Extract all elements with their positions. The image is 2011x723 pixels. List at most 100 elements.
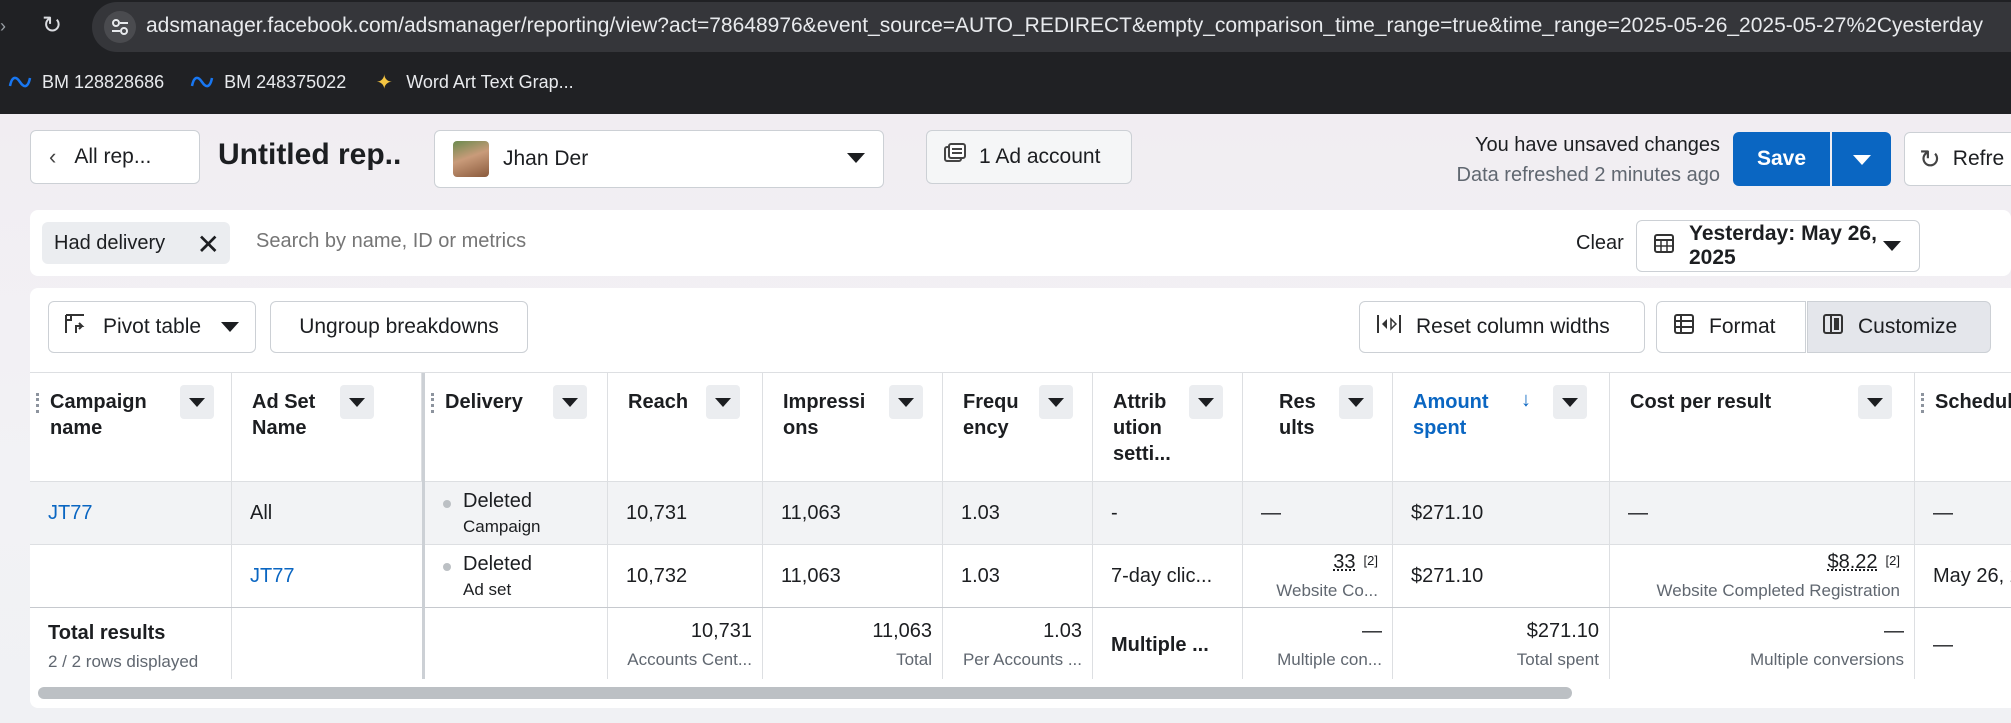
save-options-button[interactable] [1832, 132, 1891, 186]
column-header-label: Amount spent [1413, 391, 1489, 439]
column-header-ad-set-name[interactable]: Ad Set Name [232, 373, 422, 481]
column-header-impressions[interactable]: Impressi ons [763, 373, 943, 481]
ad-account-button[interactable]: 1 Ad account [926, 130, 1132, 184]
column-header-label: Delivery [445, 391, 523, 413]
total-results-value: — [1362, 620, 1382, 642]
ads-manager-app: ‹ All rep... Untitled rep.. Jhan Der 1 A… [0, 114, 2011, 723]
refresh-icon: ↻ [1919, 143, 1941, 174]
url-text[interactable]: adsmanager.facebook.com/adsmanager/repor… [146, 14, 1983, 38]
column-header-attribution-setting[interactable]: Attrib ution setti... [1093, 373, 1243, 481]
close-icon[interactable]: ✕ [197, 228, 220, 261]
column-header-schedule[interactable]: Schedule [1915, 373, 2011, 481]
drag-handle-icon[interactable] [36, 393, 40, 413]
results-type: Website Co... [1276, 581, 1378, 600]
cost-per-result-value[interactable]: $8.22 [2] [1827, 551, 1900, 574]
table-row[interactable]: JT77 Deleted Ad set 10,732 11,063 1.03 7… [30, 544, 2011, 607]
total-impressions-value: 11,063 [872, 620, 932, 642]
column-header-label: Reach [628, 391, 689, 413]
filter-chip-had-delivery[interactable]: Had delivery ✕ [42, 222, 230, 264]
column-menu-button[interactable] [340, 385, 374, 419]
reset-column-widths-button[interactable]: Reset column widths [1359, 301, 1645, 353]
drag-handle-icon[interactable] [1921, 393, 1925, 413]
ad-account-label: 1 Ad account [979, 145, 1101, 168]
total-results-sub: Multiple con... [1277, 650, 1382, 669]
column-menu-button[interactable] [889, 385, 923, 419]
attribution-value: 7-day clic... [1111, 565, 1213, 587]
column-resize-icon [1376, 313, 1402, 341]
site-settings-icon[interactable] [104, 11, 136, 43]
report-table-panel: Pivot table Ungroup breakdowns Reset col… [30, 288, 2011, 708]
refresh-button[interactable]: ↻ Refre [1904, 132, 2011, 186]
column-header-delivery[interactable]: Delivery [425, 373, 608, 481]
save-button[interactable]: Save [1733, 132, 1830, 186]
report-title[interactable]: Untitled rep.. [218, 138, 401, 172]
bookmark-label: BM 248375022 [224, 71, 347, 92]
clear-filters-link[interactable]: Clear [1576, 232, 1624, 255]
drag-handle-icon[interactable] [431, 393, 435, 413]
status-dot-icon [443, 563, 451, 571]
unsaved-changes-text: You have unsaved changes [1474, 134, 1720, 156]
reach-value: 10,732 [626, 565, 688, 587]
sort-descending-icon[interactable]: ↓ [1521, 389, 1531, 412]
frozen-column-divider[interactable] [422, 373, 425, 679]
bookmark-item[interactable]: ✦ Word Art Text Grap... [372, 72, 574, 94]
table-row[interactable]: JT77 All Deleted Campaign 10,731 11,063 … [30, 481, 2011, 544]
account-selector[interactable]: Jhan Der [434, 130, 884, 188]
column-header-reach[interactable]: Reach [608, 373, 763, 481]
filter-bar: Had delivery ✕ Clear Yesterday: May 26, … [30, 210, 2011, 276]
column-menu-button[interactable] [553, 385, 587, 419]
column-header-frequency[interactable]: Frequ ency [943, 373, 1093, 481]
meta-icon [190, 72, 214, 92]
ad-set-name-link[interactable]: JT77 [250, 565, 294, 588]
results-value[interactable]: 33 [2] [1333, 551, 1378, 574]
ad-account-icon [943, 143, 967, 171]
attribution-value: - [1111, 502, 1118, 524]
rows-displayed-text: 2 / 2 rows displayed [48, 652, 199, 671]
date-range-picker[interactable]: Yesterday: May 26, 2025 [1636, 220, 1920, 272]
caret-down-icon [1883, 241, 1901, 251]
bookmark-item[interactable]: BM 128828686 [8, 72, 164, 93]
customize-columns-icon [1822, 313, 1844, 341]
column-header-label: Frequ ency [963, 391, 1019, 439]
customize-button[interactable]: Customize [1807, 301, 1991, 353]
caret-down-icon [221, 322, 239, 332]
bookmark-label: BM 128828686 [42, 71, 165, 92]
pivot-table-dropdown[interactable]: Pivot table [48, 301, 256, 353]
column-menu-button[interactable] [1039, 385, 1073, 419]
total-frequency-value: 1.03 [1043, 620, 1082, 642]
schedule-value: — [1933, 502, 1953, 524]
amount-spent-value: $271.10 [1411, 502, 1484, 524]
column-menu-button[interactable] [1858, 385, 1892, 419]
frequency-value: 1.03 [961, 502, 1000, 524]
total-impressions-sub: Total [896, 650, 932, 669]
total-cost-per-result-sub: Multiple conversions [1749, 650, 1904, 669]
address-bar[interactable]: adsmanager.facebook.com/adsmanager/repor… [92, 2, 2011, 52]
horizontal-scrollbar[interactable] [38, 687, 1572, 699]
total-amount-spent-value: $271.10 [1526, 620, 1599, 642]
column-menu-button[interactable] [1339, 385, 1373, 419]
campaign-name-link[interactable]: JT77 [48, 502, 92, 525]
reload-icon[interactable]: ↻ [38, 12, 66, 40]
column-menu-button[interactable] [180, 385, 214, 419]
bookmark-item[interactable]: BM 248375022 [190, 72, 346, 93]
all-reports-button[interactable]: ‹ All rep... [30, 130, 200, 184]
column-header-amount-spent[interactable]: Amount spent ↓ [1393, 373, 1610, 481]
pivot-icon [63, 312, 87, 342]
filter-chip-label: Had delivery [54, 231, 166, 254]
back-arrow-icon[interactable]: › [0, 16, 8, 36]
format-button[interactable]: Format [1656, 301, 1806, 353]
column-menu-button[interactable] [1553, 385, 1587, 419]
column-header-cost-per-result[interactable]: Cost per result [1610, 373, 1915, 481]
meta-icon [8, 72, 32, 92]
calendar-icon [1653, 232, 1675, 260]
column-header-label: Attrib ution setti... [1113, 391, 1171, 465]
search-input[interactable] [256, 230, 956, 253]
customize-label: Customize [1858, 315, 1958, 338]
column-header-campaign-name[interactable]: Campaign name [30, 373, 232, 481]
column-header-results[interactable]: Res ults [1243, 373, 1393, 481]
column-menu-button[interactable] [1189, 385, 1223, 419]
column-menu-button[interactable] [706, 385, 740, 419]
format-label: Format [1709, 315, 1776, 338]
ungroup-breakdowns-button[interactable]: Ungroup breakdowns [270, 301, 528, 353]
total-results-title: Total results [48, 622, 166, 644]
